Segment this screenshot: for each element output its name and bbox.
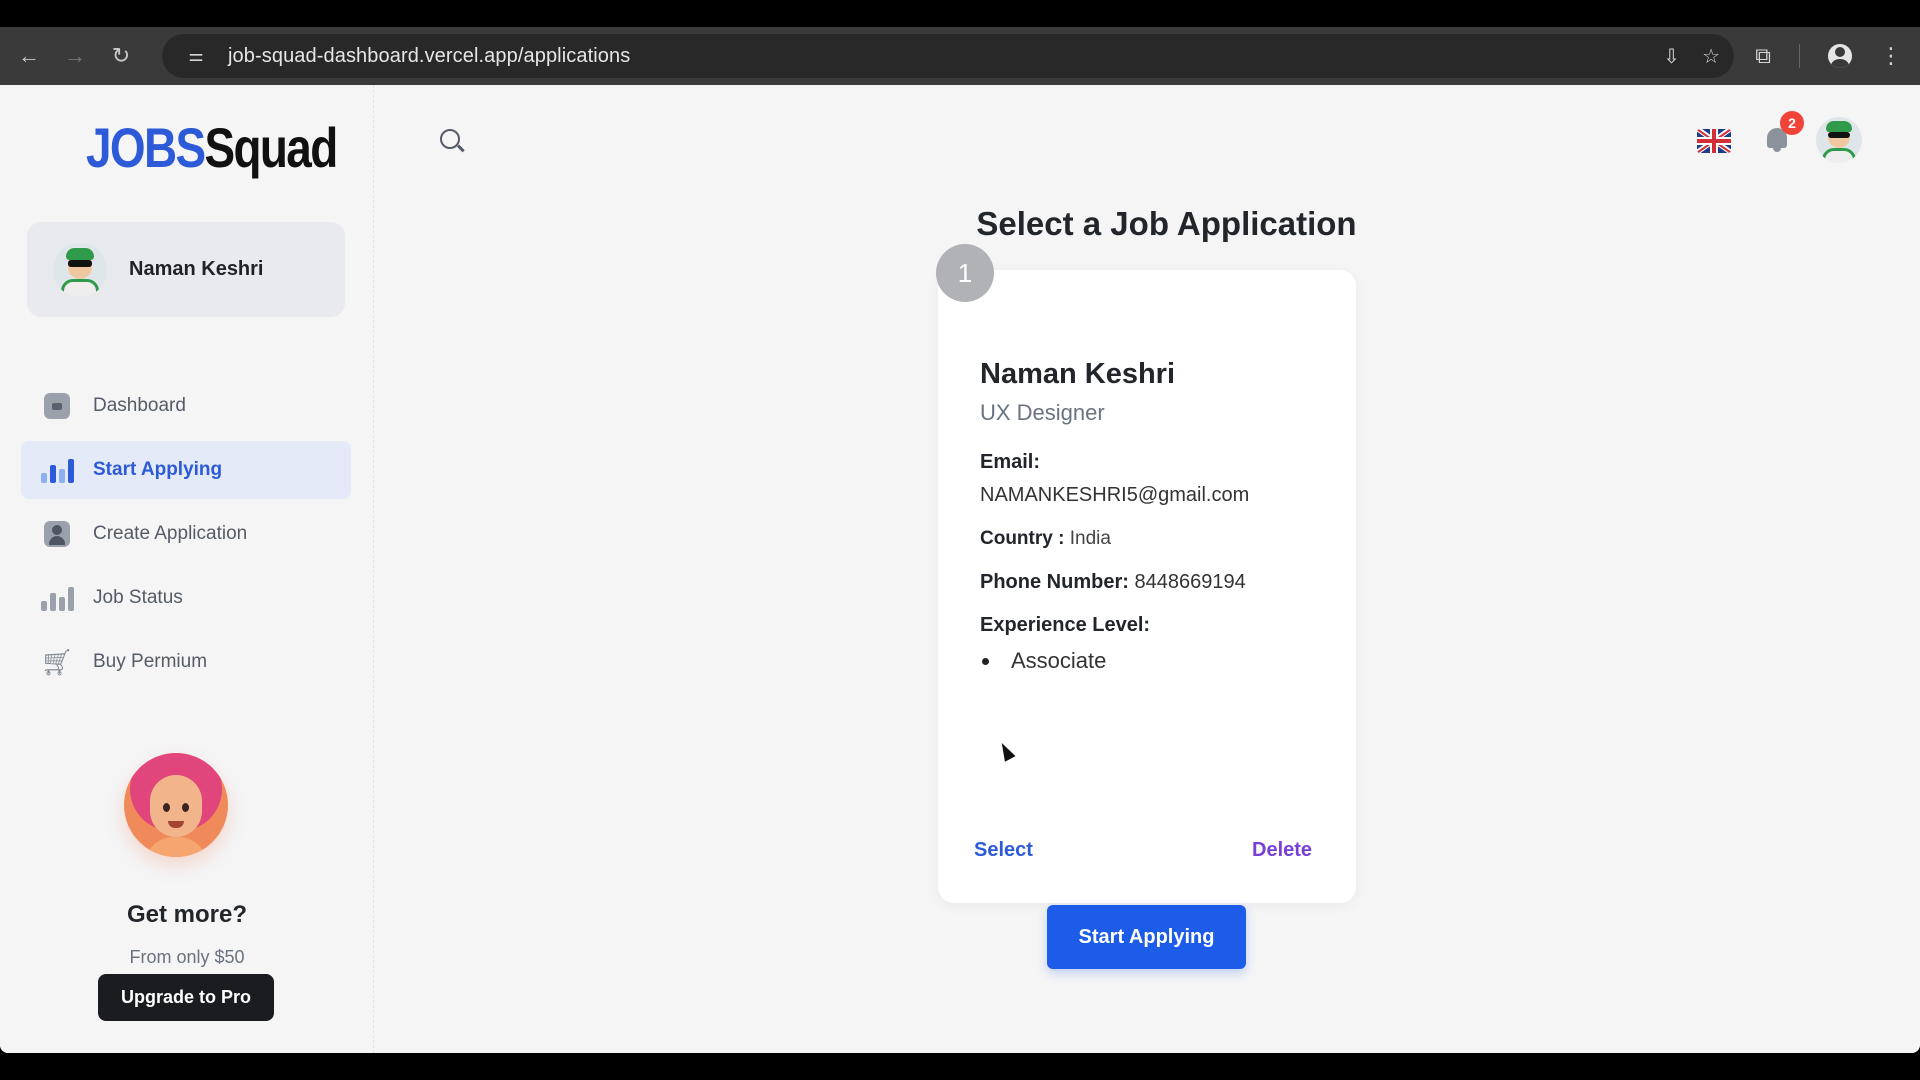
person-icon (43, 520, 71, 548)
chart-icon (40, 456, 74, 484)
bullet-icon (982, 657, 989, 665)
experience-item: Associate (980, 648, 1106, 674)
language-flag-icon[interactable] (1697, 129, 1731, 153)
chart-icon (40, 584, 74, 612)
app-page: JOBSSquad Naman Keshri Dashboard Start A (0, 85, 1920, 1053)
start-applying-button[interactable]: Start Applying (1047, 905, 1246, 969)
applicant-role: UX Designer (980, 400, 1105, 425)
experience-label: Experience Level: (980, 614, 1151, 636)
document-icon (43, 392, 71, 420)
sidebar-item-start-applying[interactable]: Start Applying (21, 441, 351, 499)
sidebar-item-label: Create Application (93, 523, 248, 544)
application-card[interactable]: Naman Keshri UX Designer Email: NAMANKES… (938, 270, 1356, 903)
install-app-icon[interactable]: ⇩ (1663, 44, 1680, 69)
promo-illustration (124, 753, 228, 857)
page-title: Select a Job Application (976, 205, 1357, 242)
search-icon[interactable] (440, 129, 460, 149)
email-label: Email: (980, 451, 1041, 473)
country-label: Country : (980, 528, 1065, 549)
phone-row: Phone Number: 8448669194 (980, 571, 1246, 594)
select-button[interactable]: Select (974, 839, 1033, 862)
avatar (53, 242, 107, 297)
forward-icon[interactable]: → (52, 27, 98, 85)
sidebar-item-buy-premium[interactable]: 🛒︎ Buy Permium (21, 633, 351, 691)
sidebar-item-label: Start Applying (93, 459, 223, 480)
application-number-badge: 1 (936, 244, 994, 302)
applicant-name: Naman Keshri (980, 358, 1176, 390)
user-card[interactable]: Naman Keshri (27, 222, 345, 317)
jobsquad-logo[interactable]: JOBSSquad (86, 115, 338, 180)
toolbar-divider (1799, 44, 1800, 68)
experience-value: Associate (1011, 648, 1107, 673)
url-text[interactable]: job-squad-dashboard.vercel.app/applicati… (228, 45, 630, 68)
sidebar-item-label: Dashboard (93, 395, 186, 416)
phone-value: 8448669194 (1134, 571, 1246, 593)
upgrade-button[interactable]: Upgrade to Pro (98, 974, 274, 1021)
browser-profile-icon[interactable] (1828, 44, 1852, 68)
phone-label: Phone Number: (980, 571, 1129, 593)
sidebar-menu: Dashboard Start Applying Create Applicat… (21, 377, 351, 697)
promo-title: Get more? (126, 901, 248, 928)
site-settings-icon[interactable]: ⚌ (176, 46, 216, 66)
browser-toolbar: ← → ↻ ⚌ job-squad-dashboard.vercel.app/a… (0, 27, 1920, 85)
email-value: NAMANKESHRI5@gmail.com (980, 484, 1250, 506)
sidebar: JOBSSquad Naman Keshri Dashboard Start A (0, 85, 374, 1053)
address-bar[interactable]: ⚌ job-squad-dashboard.vercel.app/applica… (162, 34, 1734, 78)
user-name: Naman Keshri (129, 258, 264, 280)
account-avatar[interactable] (1816, 117, 1862, 163)
promo-subtitle: From only $50 (129, 947, 245, 967)
sidebar-item-label: Buy Permium (93, 651, 208, 672)
sidebar-item-job-status[interactable]: Job Status (21, 569, 351, 627)
notification-badge: 2 (1780, 111, 1804, 135)
sidebar-item-create-application[interactable]: Create Application (21, 505, 351, 563)
reload-icon[interactable]: ↻ (98, 27, 144, 85)
sidebar-item-label: Job Status (93, 587, 183, 608)
browser-menu-icon[interactable]: ⋮ (1880, 43, 1902, 69)
cart-icon: 🛒︎ (40, 647, 74, 677)
sidebar-item-dashboard[interactable]: Dashboard (21, 377, 351, 435)
extensions-icon[interactable]: ⧉ (1755, 43, 1771, 69)
country-value: India (1069, 528, 1111, 549)
delete-button[interactable]: Delete (1252, 839, 1312, 862)
country-row: Country : India (980, 528, 1111, 550)
screen: ← → ↻ ⚌ job-squad-dashboard.vercel.app/a… (0, 0, 1920, 1080)
bookmark-star-icon[interactable]: ☆ (1702, 44, 1720, 69)
back-icon[interactable]: ← (6, 27, 52, 85)
